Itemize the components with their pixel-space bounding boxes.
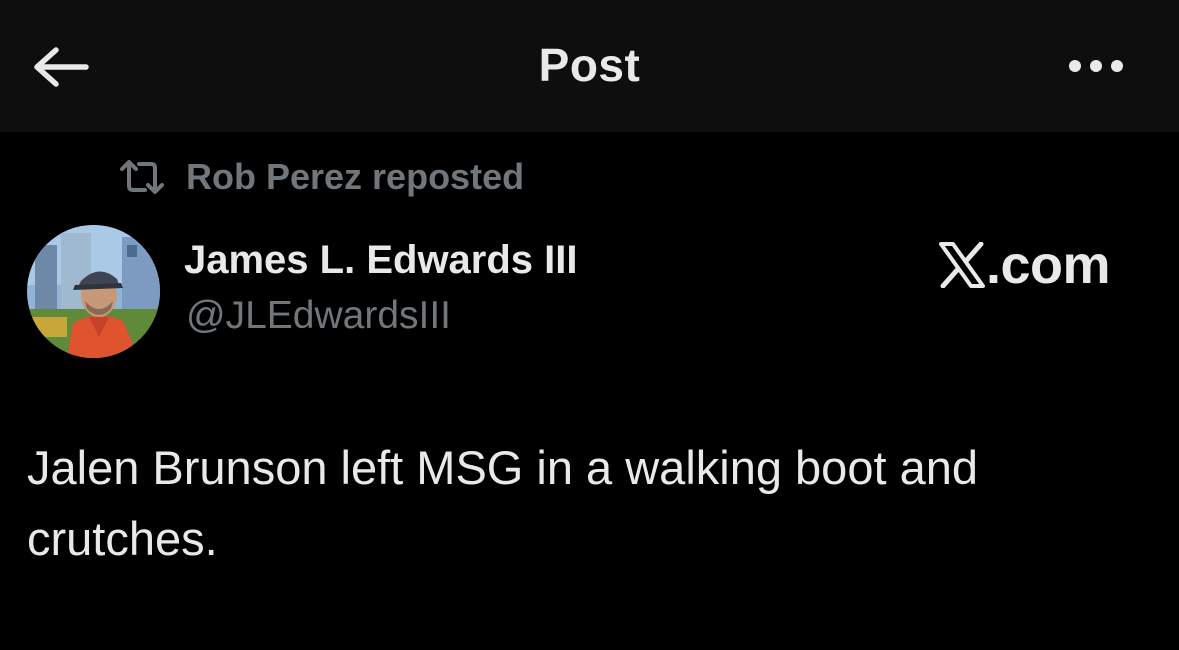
repost-indicator[interactable]: Rob Perez reposted: [118, 152, 524, 202]
more-horizontal-icon: [1069, 60, 1123, 72]
more-options-button[interactable]: [1060, 44, 1132, 88]
page-title: Post: [538, 39, 641, 91]
repost-icon: [120, 160, 164, 194]
watermark-text: .com: [986, 235, 1111, 295]
avatar[interactable]: [27, 225, 160, 358]
top-bar: Post: [0, 0, 1179, 132]
x-logo-icon: [939, 242, 985, 288]
x-com-watermark: .com: [938, 230, 1111, 300]
author-display-name[interactable]: James L. Edwards III: [184, 238, 578, 283]
repost-label: Rob Perez reposted: [186, 156, 525, 197]
post-text: Jalen Brunson left MSG in a walking boot…: [27, 441, 978, 565]
author-handle[interactable]: @JLEdwardsIII: [186, 294, 451, 338]
avatar-image: [27, 225, 160, 358]
